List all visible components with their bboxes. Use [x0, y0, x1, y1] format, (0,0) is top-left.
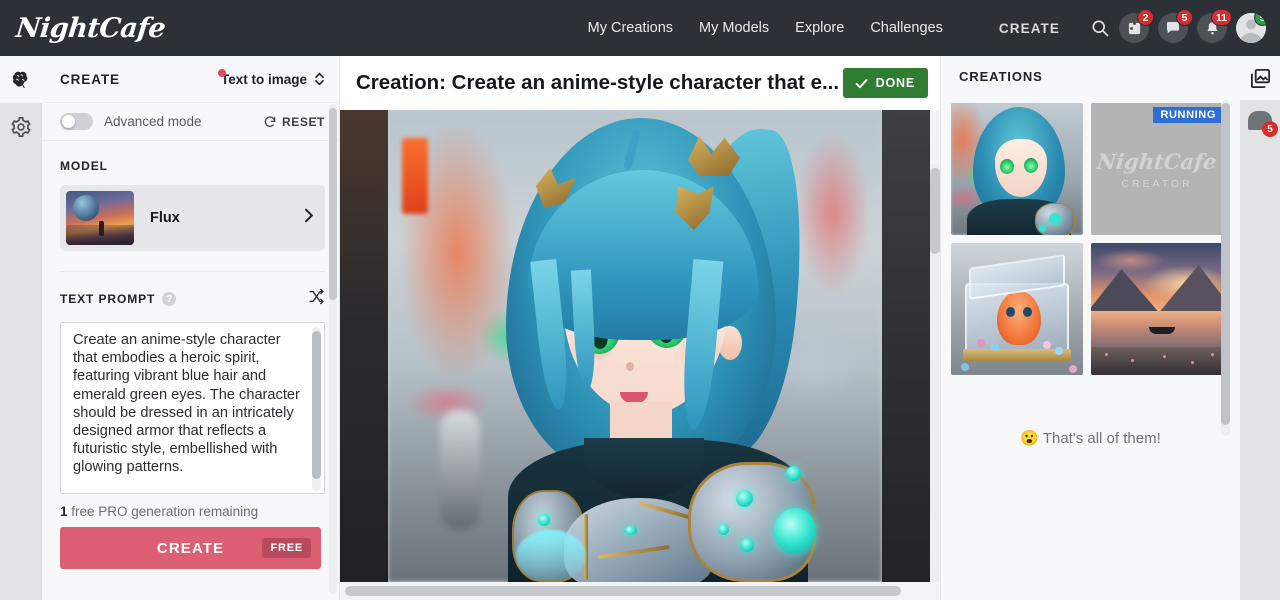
prompt-text: Create an anime-style character that emb…	[73, 332, 304, 476]
end-of-list-message: 😮 That's all of them!	[1020, 430, 1161, 447]
status-badge: RUNNING	[1153, 107, 1223, 123]
check-icon	[855, 78, 868, 88]
create-panel-header: CREATE Text to image	[42, 56, 339, 103]
viewport-hscrollbar-thumb[interactable]	[345, 586, 901, 596]
done-button-label: DONE	[875, 76, 915, 90]
image-right-gutter	[882, 110, 930, 582]
avatar[interactable]: 5	[1236, 13, 1266, 43]
rail-item-settings[interactable]	[0, 103, 42, 150]
prompt-section: TEXT PROMPT ? Create an anime-style char…	[42, 272, 339, 494]
prompt-input[interactable]: Create an anime-style character that emb…	[60, 322, 325, 494]
advanced-mode-label: Advanced mode	[104, 114, 202, 129]
model-card-flux[interactable]: Flux	[60, 185, 325, 251]
reset-button[interactable]: RESET	[263, 115, 325, 129]
thumbnail-sunset-lake[interactable]	[1091, 243, 1223, 375]
creations-header: CREATIONS	[941, 56, 1240, 97]
right-rail: 5	[1240, 56, 1280, 600]
shuffle-icon[interactable]	[308, 288, 325, 310]
creations-panel: CREATIONS RUNNING NightCafe CREATOR 😮 Th…	[940, 56, 1240, 600]
chat-badge: 5	[1176, 9, 1193, 26]
model-section-label: MODEL	[60, 159, 108, 173]
creation-header: Creation: Create an anime-style characte…	[340, 56, 940, 110]
refresh-icon	[264, 115, 276, 127]
left-panel-scrollbar-thumb[interactable]	[329, 108, 337, 300]
rail-item-chat[interactable]: 5	[1240, 100, 1280, 144]
prompt-header: TEXT PROMPT ?	[60, 288, 325, 310]
help-icon[interactable]: ?	[162, 292, 177, 306]
nightcafe-logo[interactable]: NightCafe	[14, 13, 166, 44]
gear-icon	[11, 116, 31, 137]
creations-title: CREATIONS	[959, 69, 1043, 84]
anime-character-artwork	[388, 110, 882, 582]
mode-selector[interactable]: Text to image	[217, 69, 325, 87]
viewport-vscrollbar-thumb[interactable]	[930, 168, 940, 254]
model-name: Flux	[150, 210, 180, 226]
chat-icon: 5	[1248, 111, 1278, 137]
prompt-scrollbar-thumb[interactable]	[312, 331, 321, 479]
prompt-section-label: TEXT PROMPT	[60, 292, 156, 306]
image-viewport[interactable]	[340, 110, 940, 582]
free-generation-count: 1	[60, 504, 68, 519]
thumbnail-running-placeholder[interactable]: RUNNING NightCafe CREATOR	[1091, 103, 1223, 235]
creation-viewer: Creation: Create an anime-style characte…	[340, 56, 940, 600]
create-panel: CREATE Text to image Advanced mode RESET…	[42, 56, 340, 600]
free-generation-status: 1 free PRO generation remaining	[42, 494, 339, 519]
create-button-label: CREATE	[156, 539, 225, 557]
page-title: CREATE	[60, 71, 120, 87]
nav-link-challenges[interactable]: Challenges	[870, 20, 943, 36]
creation-title: Creation: Create an anime-style characte…	[356, 71, 840, 94]
rail-item-create[interactable]	[0, 56, 42, 103]
nav-create-button[interactable]: CREATE	[999, 21, 1060, 36]
advanced-mode-row: Advanced mode RESET	[42, 103, 339, 141]
reset-label: RESET	[281, 114, 325, 129]
gallery-icon	[1250, 68, 1270, 88]
dice-icon[interactable]: 2	[1119, 9, 1154, 43]
nav-link-my-creations[interactable]: My Creations	[588, 20, 673, 36]
watermark-logo: NightCafe	[1095, 148, 1219, 174]
creations-grid: RUNNING NightCafe CREATOR	[941, 97, 1240, 375]
nav-links: My Creations My Models Explore Challenge…	[588, 20, 1060, 36]
free-generation-text: free PRO generation remaining	[67, 504, 259, 519]
nav-link-my-models[interactable]: My Models	[699, 20, 769, 36]
nav-link-explore[interactable]: Explore	[795, 20, 844, 36]
rail-item-gallery[interactable]	[1240, 56, 1280, 100]
search-icon[interactable]	[1090, 18, 1110, 38]
model-thumbnail	[66, 191, 134, 245]
top-navigation-bar: NightCafe My Creations My Models Explore…	[0, 0, 1280, 56]
done-button[interactable]: DONE	[842, 68, 928, 98]
mode-label: Text to image	[220, 71, 307, 87]
thumbnail-dragon-jewel-box[interactable]	[951, 243, 1083, 375]
advanced-mode-toggle[interactable]	[60, 113, 93, 130]
create-button[interactable]: CREATE FREE	[60, 527, 321, 569]
creations-scrollbar-thumb[interactable]	[1221, 103, 1230, 425]
generated-image[interactable]	[340, 110, 930, 582]
free-badge: FREE	[262, 538, 311, 558]
bell-badge: 11	[1210, 9, 1232, 26]
model-section: MODEL Flux	[42, 141, 339, 272]
left-rail	[0, 56, 42, 600]
brain-icon	[12, 71, 28, 88]
thumbnail-anime-character[interactable]	[951, 103, 1083, 235]
bell-icon[interactable]: 11	[1197, 9, 1232, 43]
dice-badge: 2	[1137, 9, 1154, 26]
image-left-gutter	[340, 110, 388, 582]
mode-dot-indicator	[217, 69, 226, 77]
chevron-updown-icon	[314, 71, 325, 87]
chat-icon[interactable]: 5	[1158, 9, 1193, 43]
chat-rail-badge: 5	[1262, 121, 1278, 137]
watermark-subtitle: CREATOR	[1121, 177, 1193, 190]
chevron-right-icon	[302, 208, 315, 228]
nav-icon-group: 2 5 11 5	[1086, 9, 1266, 43]
